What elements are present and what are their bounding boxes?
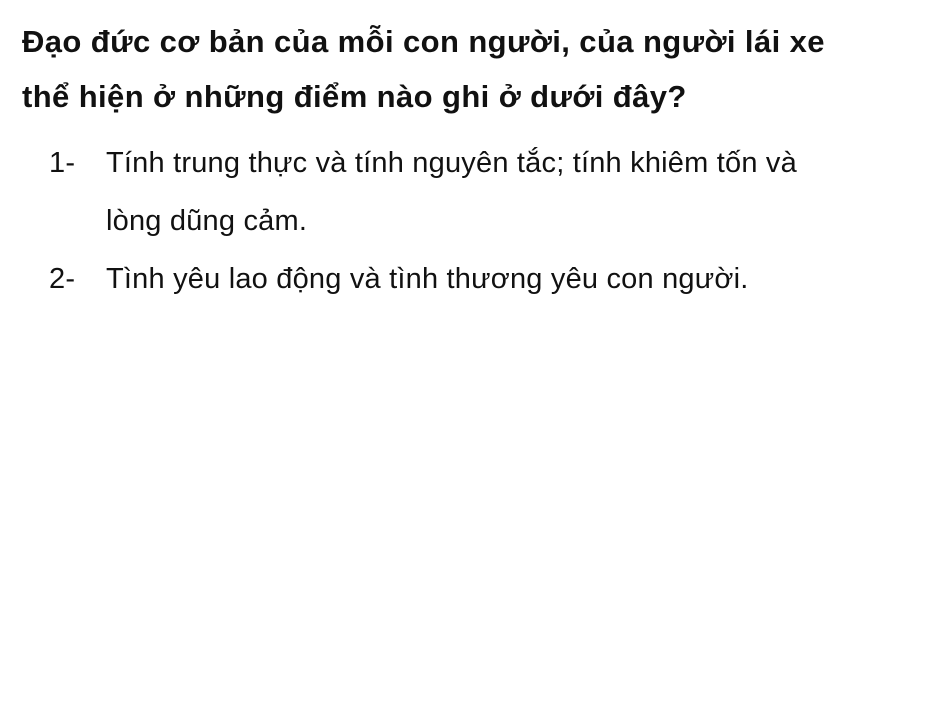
- question-line-1: Đạo đức cơ bản của mỗi con người, của ng…: [22, 24, 825, 59]
- answer-option-2[interactable]: 2- Tình yêu lao động và tình thương yêu …: [40, 250, 940, 308]
- answer-number: 2-: [49, 263, 76, 295]
- answer-option-1[interactable]: 1- Tính trung thực và tính nguyên tắc; t…: [40, 134, 940, 250]
- question-text: Đạo đức cơ bản của mỗi con người, của ng…: [22, 14, 937, 124]
- answer-text: Tình yêu lao động và tình thương yêu con…: [106, 250, 940, 308]
- answer-list: 1- Tính trung thực và tính nguyên tắc; t…: [40, 134, 940, 308]
- answer-text-line: Tình yêu lao động và tình thương yêu con…: [106, 263, 749, 295]
- answer-text-line: lòng dũng cảm.: [106, 205, 308, 237]
- answer-number: 1-: [49, 147, 76, 179]
- answer-text: Tính trung thực và tính nguyên tắc; tính…: [106, 134, 940, 250]
- answer-text-line: Tính trung thực và tính nguyên tắc; tính…: [106, 147, 797, 179]
- question-line-2: thể hiện ở những điểm nào ghi ở dưới đây…: [22, 79, 687, 114]
